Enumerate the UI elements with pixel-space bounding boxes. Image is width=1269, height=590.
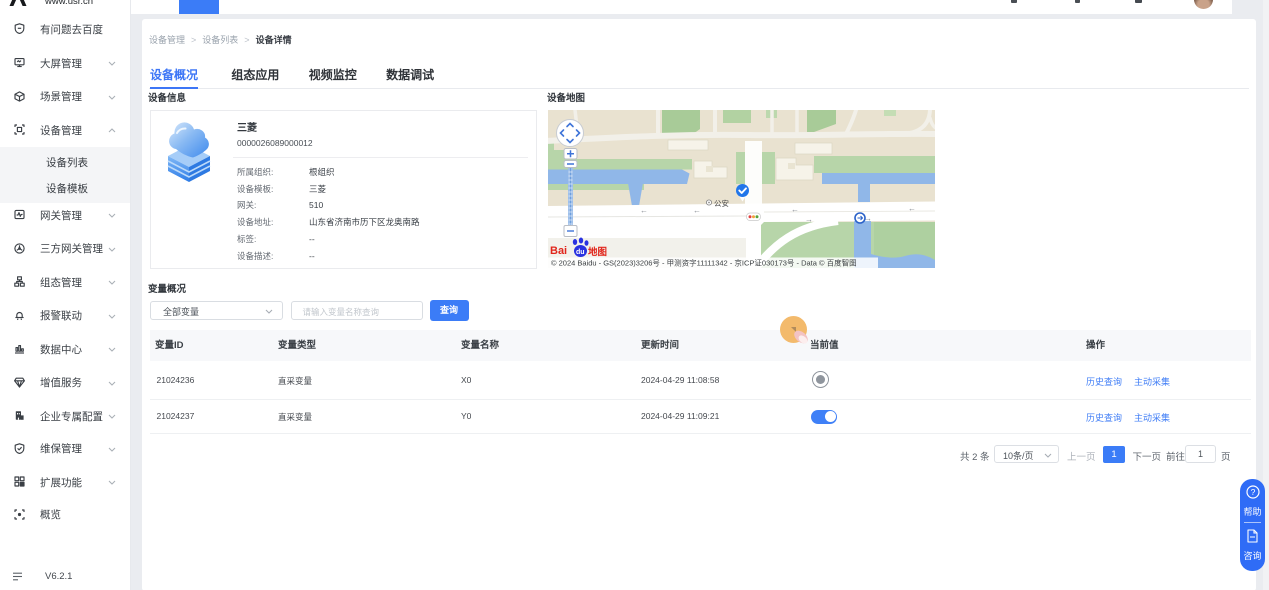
- svg-text:←: ←: [908, 204, 916, 213]
- svg-text:du: du: [576, 249, 585, 256]
- svg-text:←: ←: [640, 206, 648, 215]
- svg-text:?: ?: [1250, 487, 1255, 497]
- svg-text:→: →: [805, 215, 813, 224]
- svg-text:© 2024 Baidu - GS(2023)3206号 -: © 2024 Baidu - GS(2023)3206号 - 甲测资字11111…: [551, 258, 857, 268]
- svg-text:地图: 地图: [588, 246, 607, 258]
- svg-text:公安: 公安: [714, 198, 729, 208]
- svg-text:←: ←: [791, 205, 799, 214]
- svg-text:→: →: [864, 214, 872, 223]
- svg-text:←: ←: [693, 206, 701, 215]
- svg-text:Bai: Bai: [550, 245, 567, 257]
